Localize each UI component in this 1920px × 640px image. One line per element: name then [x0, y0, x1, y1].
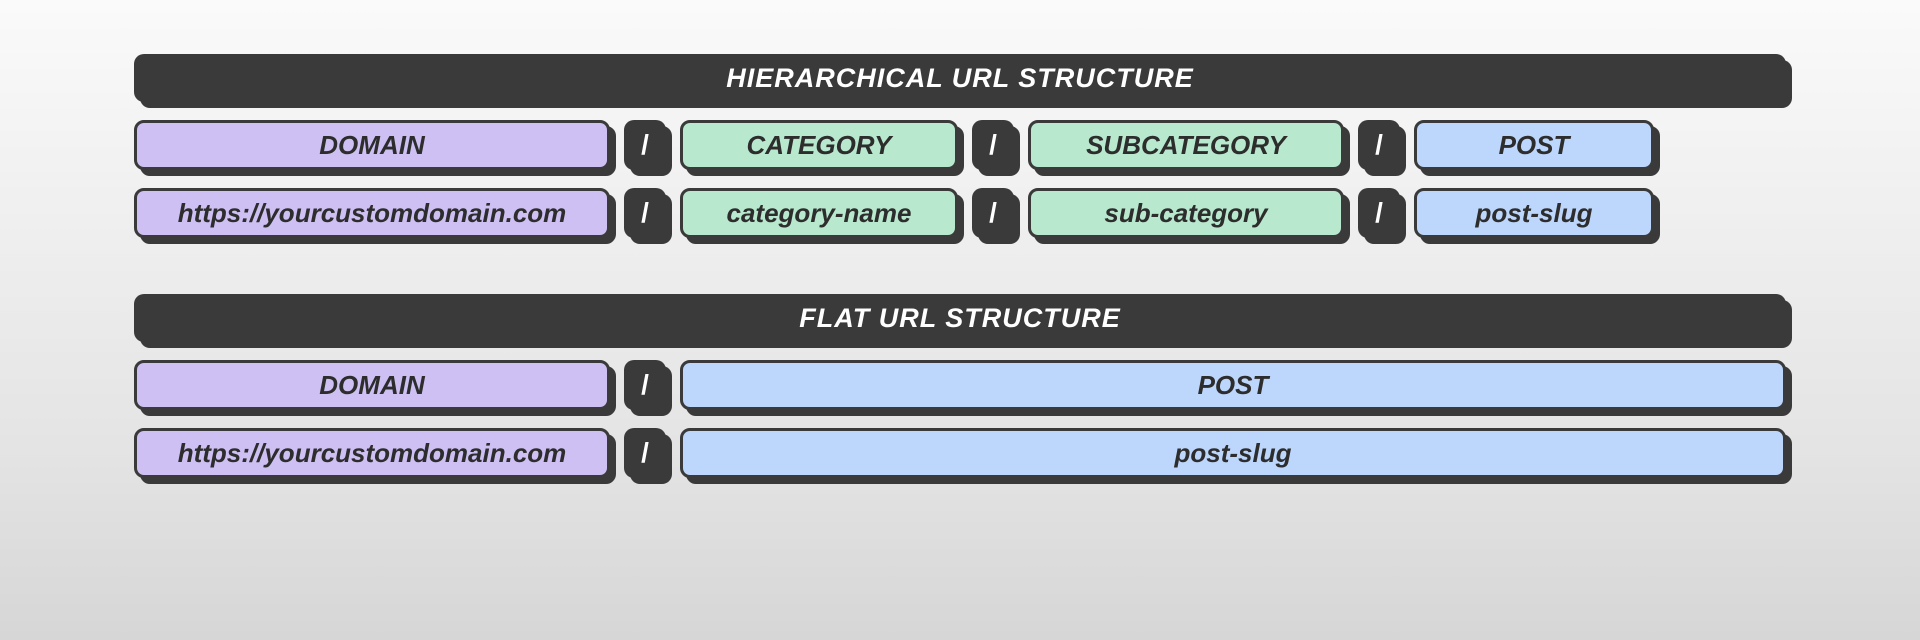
slash-icon: / — [1358, 120, 1400, 170]
segment-post-label: POST — [1414, 120, 1654, 170]
domain-value: https://yourcustomdomain.com — [134, 428, 610, 478]
post-value: post-slug — [1414, 188, 1654, 238]
hierarchical-values-row: https://yourcustomdomain.com / category-… — [134, 188, 1786, 238]
post-label: POST — [1414, 120, 1654, 170]
slash-separator: / — [972, 120, 1014, 170]
slash-icon: / — [624, 360, 666, 410]
flat-labels-row: DOMAIN / POST — [134, 360, 1786, 410]
segment-post-value: post-slug — [680, 428, 1786, 478]
slash-separator: / — [624, 188, 666, 238]
slash-separator: / — [624, 360, 666, 410]
segment-subcategory-value: sub-category — [1028, 188, 1344, 238]
segment-domain-label: DOMAIN — [134, 120, 610, 170]
hierarchical-labels-row: DOMAIN / CATEGORY / SUBCATEGORY / — [134, 120, 1786, 170]
slash-icon: / — [624, 120, 666, 170]
segment-domain-value: https://yourcustomdomain.com — [134, 188, 610, 238]
segment-subcategory-label: SUBCATEGORY — [1028, 120, 1344, 170]
slash-icon: / — [972, 120, 1014, 170]
hierarchical-block: HIERARCHICAL URL STRUCTURE DOMAIN / CATE… — [134, 54, 1786, 238]
slash-separator: / — [1358, 188, 1400, 238]
domain-label: DOMAIN — [134, 120, 610, 170]
category-label: CATEGORY — [680, 120, 958, 170]
url-structure-diagram: HIERARCHICAL URL STRUCTURE DOMAIN / CATE… — [134, 54, 1786, 534]
slash-icon: / — [972, 188, 1014, 238]
category-value: category-name — [680, 188, 958, 238]
hierarchical-title: HIERARCHICAL URL STRUCTURE — [134, 54, 1786, 102]
flat-title: FLAT URL STRUCTURE — [134, 294, 1786, 342]
segment-post-label: POST — [680, 360, 1786, 410]
post-value: post-slug — [680, 428, 1786, 478]
slash-separator: / — [624, 120, 666, 170]
slash-icon: / — [1358, 188, 1400, 238]
domain-label: DOMAIN — [134, 360, 610, 410]
slash-separator: / — [1358, 120, 1400, 170]
hierarchical-header: HIERARCHICAL URL STRUCTURE — [134, 54, 1786, 102]
segment-category-label: CATEGORY — [680, 120, 958, 170]
flat-header: FLAT URL STRUCTURE — [134, 294, 1786, 342]
segment-domain-label: DOMAIN — [134, 360, 610, 410]
subcategory-label: SUBCATEGORY — [1028, 120, 1344, 170]
slash-separator: / — [972, 188, 1014, 238]
segment-post-value: post-slug — [1414, 188, 1654, 238]
slash-separator: / — [624, 428, 666, 478]
segment-category-value: category-name — [680, 188, 958, 238]
subcategory-value: sub-category — [1028, 188, 1344, 238]
slash-icon: / — [624, 428, 666, 478]
slash-icon: / — [624, 188, 666, 238]
domain-value: https://yourcustomdomain.com — [134, 188, 610, 238]
segment-domain-value: https://yourcustomdomain.com — [134, 428, 610, 478]
post-label: POST — [680, 360, 1786, 410]
flat-block: FLAT URL STRUCTURE DOMAIN / POST https:/… — [134, 294, 1786, 478]
flat-values-row: https://yourcustomdomain.com / post-slug — [134, 428, 1786, 478]
